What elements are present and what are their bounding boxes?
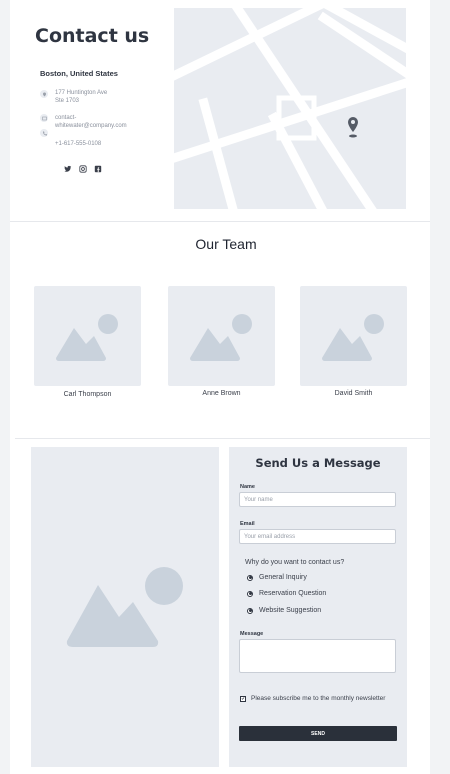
social-links bbox=[64, 165, 102, 175]
section-divider bbox=[15, 438, 430, 439]
phone-icon bbox=[40, 129, 48, 137]
team-photo-2 bbox=[168, 286, 275, 386]
email-label: Email bbox=[240, 521, 255, 527]
address-line-2: Ste 1703 bbox=[55, 98, 80, 104]
reason-question: Why do you want to contact us? bbox=[245, 559, 345, 566]
twitter-icon[interactable] bbox=[64, 165, 72, 175]
team-member-name: Carl Thompson bbox=[63, 391, 112, 398]
address: 177 Huntington Ave Ste 1703 bbox=[55, 89, 107, 105]
page: Contact us Boston, United States 177 Hun… bbox=[10, 0, 430, 774]
reason-option-label: Website Suggestion bbox=[259, 607, 322, 614]
message-label: Message bbox=[240, 631, 264, 637]
address-line-1: 177 Huntington Ave bbox=[55, 90, 108, 96]
instagram-icon[interactable] bbox=[79, 165, 87, 175]
facebook-icon[interactable] bbox=[94, 165, 102, 175]
team-photo-1 bbox=[34, 286, 141, 386]
map[interactable] bbox=[174, 8, 406, 209]
reason-option-label: Reservation Question bbox=[259, 590, 327, 597]
form-title: Send Us a Message bbox=[255, 456, 381, 470]
name-input[interactable]: Your name bbox=[239, 492, 396, 507]
subscribe-label: Please subscribe me to the monthly newsl… bbox=[251, 695, 386, 702]
team-title: Our Team bbox=[195, 236, 257, 252]
team-member-name: Anne Brown bbox=[202, 390, 241, 397]
radio-button[interactable] bbox=[247, 590, 253, 597]
email-input[interactable]: Your email address bbox=[239, 529, 396, 544]
reason-option[interactable]: Reservation Question bbox=[247, 590, 326, 597]
section-divider bbox=[10, 221, 430, 222]
map-pin-icon bbox=[348, 117, 358, 144]
message-textarea[interactable] bbox=[239, 639, 396, 673]
location-icon bbox=[40, 90, 48, 98]
team-member-name: David Smith bbox=[334, 390, 373, 397]
city-label: Boston, United States bbox=[40, 69, 118, 78]
email-link[interactable]: contact- whitewater@company.com bbox=[55, 114, 127, 130]
reason-option[interactable]: General Inquiry bbox=[247, 574, 307, 581]
radio-button[interactable] bbox=[247, 607, 253, 614]
mail-icon bbox=[40, 114, 48, 122]
radio-button[interactable] bbox=[247, 574, 253, 581]
reason-option[interactable]: Website Suggestion bbox=[247, 607, 321, 614]
subscribe-option[interactable]: Please subscribe me to the monthly newsl… bbox=[240, 695, 385, 702]
email-line-1: contact- bbox=[55, 115, 77, 121]
page-title: Contact us bbox=[35, 25, 150, 47]
message-image bbox=[31, 447, 219, 767]
email-line-2: whitewater@company.com bbox=[55, 123, 127, 129]
phone-number[interactable]: +1-617-555-0108 bbox=[55, 140, 101, 148]
send-button[interactable]: SEND bbox=[239, 726, 397, 741]
subscribe-checkbox[interactable] bbox=[240, 695, 246, 702]
team-photo-3 bbox=[300, 286, 407, 386]
reason-option-label: General Inquiry bbox=[259, 574, 307, 581]
name-label: Name bbox=[240, 484, 255, 490]
message-form: Send Us a Message Name Your name Email Y… bbox=[229, 447, 407, 767]
